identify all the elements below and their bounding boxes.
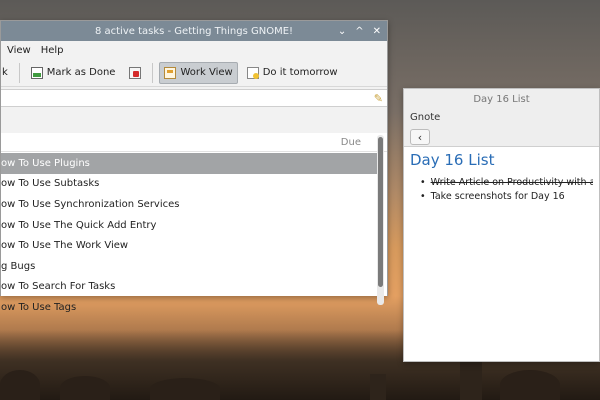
task-title: ow To Use Plugins	[1, 157, 90, 169]
gtg-titlebar[interactable]: 8 active tasks - Getting Things GNOME! ⌄…	[1, 21, 387, 41]
task-row[interactable]: ow To Use Synchronization Services	[1, 194, 377, 215]
menubar: View Help	[1, 41, 387, 59]
task-row[interactable]: ow To Use Plugins	[1, 153, 377, 174]
work-view-icon	[164, 66, 177, 79]
note-heading: Day 16 List	[410, 151, 495, 169]
back-button[interactable]: ‹	[410, 129, 430, 145]
task-title: g Bugs	[1, 260, 36, 272]
close-icon[interactable]: ✕	[373, 26, 381, 37]
task-row[interactable]: ow To Use Tags	[1, 297, 377, 318]
desktop-tree	[0, 370, 40, 400]
toolbar-partial-button[interactable]: k	[1, 62, 13, 84]
task-list: ow To Use Plugins ow To Use Subtasks ow …	[1, 153, 377, 318]
note-item-text: Write Article on Productivity with a	[430, 177, 593, 188]
gnote-window-title: Day 16 List	[473, 93, 530, 105]
task-title: ow To Search For Tasks	[1, 281, 116, 293]
toolbar: k Mark as Done Work View Do it tomorrow	[1, 59, 387, 87]
delete-icon	[129, 66, 142, 79]
gtg-window: 8 active tasks - Getting Things GNOME! ⌄…	[0, 20, 388, 313]
toolbar-separator	[18, 62, 20, 83]
bullet-icon: •	[420, 191, 426, 202]
column-header: Due	[1, 133, 387, 152]
task-title: ow To Use The Work View	[1, 240, 129, 252]
mark-as-done-button[interactable]: Mark as Done	[26, 62, 121, 84]
do-it-tomorrow-label: Do it tomorrow	[262, 67, 338, 78]
window-controls: ⌄ ^ ✕	[338, 21, 381, 41]
tomorrow-icon	[246, 66, 259, 79]
note-item-text: Take screenshots for Day 16	[430, 191, 565, 202]
scrollbar[interactable]	[377, 135, 384, 305]
note-editor[interactable]: Day 16 List • Write Article on Productivi…	[404, 147, 599, 209]
desktop-tower	[460, 362, 482, 400]
menu-help[interactable]: Help	[41, 45, 64, 56]
task-title: ow To Use Synchronization Services	[1, 198, 180, 210]
task-row[interactable]: ow To Use Subtasks	[1, 174, 377, 195]
work-view-button[interactable]: Work View	[159, 61, 238, 84]
mark-as-done-label: Mark as Done	[46, 67, 116, 78]
clear-entry-icon[interactable]: ✎	[374, 92, 383, 105]
scrollbar-thumb[interactable]	[378, 137, 383, 287]
delete-button[interactable]	[124, 62, 146, 84]
desktop-tree	[500, 370, 560, 400]
gtg-window-title: 8 active tasks - Getting Things GNOME!	[94, 25, 294, 37]
mark-done-icon	[30, 66, 43, 79]
task-row[interactable]: ow To Use The Work View	[1, 235, 377, 256]
gnote-window: Day 16 List Gnote ‹ Day 16 List • Write A…	[403, 88, 600, 362]
task-row[interactable]: g Bugs	[1, 256, 377, 277]
quick-add-entry[interactable]: ✎	[1, 89, 387, 107]
task-row[interactable]: ow To Search For Tasks	[1, 277, 377, 298]
maximize-icon[interactable]: ^	[355, 26, 363, 37]
desktop-tree	[150, 378, 220, 400]
gnote-titlebar[interactable]: Day 16 List	[404, 89, 599, 109]
gnote-app-label: Gnote	[410, 112, 441, 123]
desktop-tree	[60, 376, 110, 400]
desktop-tower	[370, 374, 386, 400]
toolbar-partial-label: k	[2, 67, 8, 78]
do-it-tomorrow-button[interactable]: Do it tomorrow	[242, 62, 343, 84]
task-title: ow To Use Tags	[1, 301, 77, 313]
column-due[interactable]: Due	[341, 137, 361, 148]
toolbar-separator	[152, 62, 154, 83]
task-row[interactable]: ow To Use The Quick Add Entry	[1, 215, 377, 236]
bullet-icon: •	[420, 177, 426, 188]
note-list-item: • Write Article on Productivity with a	[410, 177, 593, 188]
minimize-icon[interactable]: ⌄	[338, 26, 346, 37]
gnote-header: Gnote ‹	[404, 109, 599, 147]
note-list-item: • Take screenshots for Day 16	[410, 191, 593, 202]
task-title: ow To Use The Quick Add Entry	[1, 219, 157, 231]
menu-view[interactable]: View	[7, 45, 31, 56]
task-title: ow To Use Subtasks	[1, 178, 100, 190]
back-arrow-icon: ‹	[417, 130, 423, 144]
task-tree: Due ow To Use Plugins ow To Use Subtasks…	[1, 133, 387, 313]
work-view-label: Work View	[180, 67, 233, 78]
